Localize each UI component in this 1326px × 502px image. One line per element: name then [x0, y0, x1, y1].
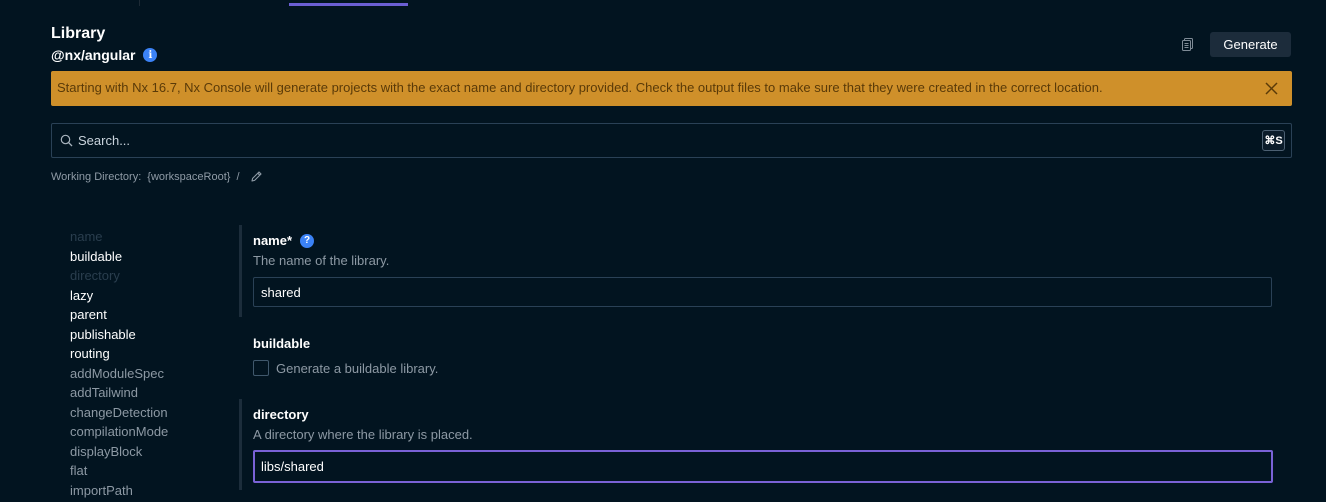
buildable-checkbox-label: Generate a buildable library.: [276, 361, 439, 376]
info-icon[interactable]: i: [143, 48, 158, 62]
top-tab-strip: [0, 0, 1326, 6]
nav-item-compilation-mode[interactable]: compilationMode: [70, 422, 168, 442]
field-nav: name buildable directory lazy parent pub…: [70, 227, 168, 500]
nav-item-flat[interactable]: flat: [70, 461, 168, 481]
tab-divider: [139, 0, 140, 6]
nav-item-routing[interactable]: routing: [70, 344, 168, 364]
page-title: Library: [51, 25, 106, 42]
name-description: The name of the library.: [253, 253, 390, 268]
nav-item-display-block[interactable]: displayBlock: [70, 442, 168, 462]
nav-item-lazy[interactable]: lazy: [70, 286, 168, 306]
name-label: name*: [253, 233, 293, 248]
directory-description: A directory where the library is placed.: [253, 427, 473, 442]
buildable-checkbox[interactable]: [253, 360, 269, 376]
directory-input[interactable]: [253, 450, 1273, 483]
pencil-icon[interactable]: [250, 170, 263, 183]
generate-button[interactable]: Generate: [1210, 32, 1291, 57]
help-icon[interactable]: ?: [300, 233, 315, 248]
working-directory-label: Working Directory:: [51, 170, 142, 183]
nav-item-name[interactable]: name: [70, 227, 168, 247]
close-icon[interactable]: [1265, 82, 1278, 95]
warning-banner: Starting with Nx 16.7, Nx Console will g…: [51, 71, 1292, 106]
nav-item-add-module-spec[interactable]: addModuleSpec: [70, 364, 168, 384]
copy-icon[interactable]: [1181, 37, 1195, 51]
field-marker-name: [239, 225, 242, 317]
active-tab-indicator: [289, 3, 408, 6]
search-shortcut-badge: ⌘S: [1262, 130, 1285, 151]
directory-label: directory: [253, 407, 309, 422]
nav-item-parent[interactable]: parent: [70, 305, 168, 325]
working-directory-separator: /: [236, 170, 240, 183]
field-marker-directory: [239, 399, 242, 490]
search-icon: [60, 134, 73, 147]
nav-item-directory[interactable]: directory: [70, 266, 168, 286]
nav-item-publishable[interactable]: publishable: [70, 325, 168, 345]
working-directory-value: {workspaceRoot}: [147, 170, 231, 183]
search-box: ⌘S: [51, 123, 1292, 158]
buildable-label: buildable: [253, 336, 311, 351]
nav-item-buildable[interactable]: buildable: [70, 247, 168, 267]
warning-banner-text: Starting with Nx 16.7, Nx Console will g…: [57, 80, 1103, 95]
nav-item-import-path[interactable]: importPath: [70, 481, 168, 501]
search-input[interactable]: [78, 130, 1228, 151]
working-directory: Working Directory: {workspaceRoot} /: [51, 170, 263, 183]
name-input[interactable]: [253, 277, 1272, 307]
nav-item-change-detection[interactable]: changeDetection: [70, 403, 168, 423]
generator-name-label: @nx/angular: [51, 47, 136, 63]
nav-item-add-tailwind[interactable]: addTailwind: [70, 383, 168, 403]
field-label-name: name* ?: [253, 233, 315, 248]
generator-name: @nx/angular i: [51, 47, 158, 63]
